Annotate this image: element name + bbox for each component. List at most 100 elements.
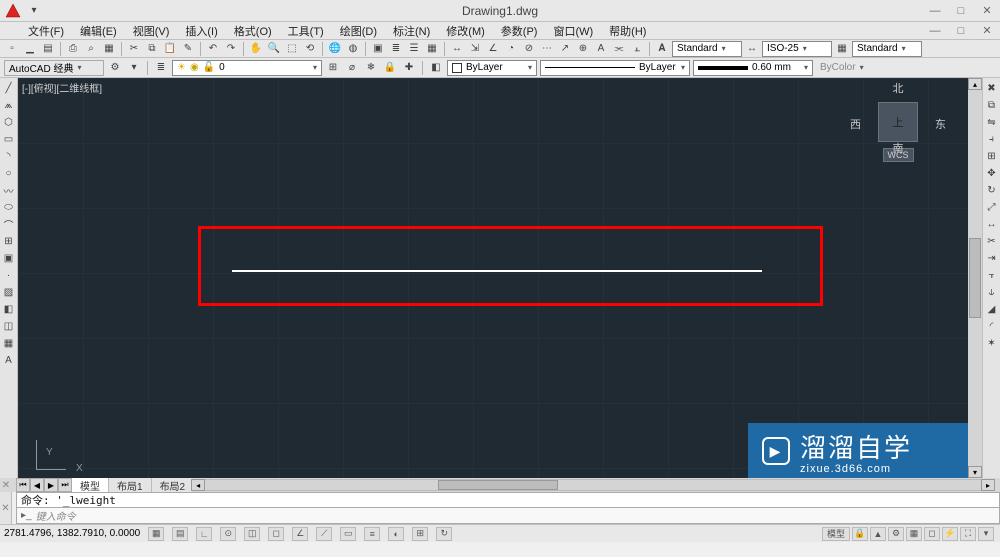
dim-radius-icon[interactable]: ◔ bbox=[503, 41, 519, 57]
hatch-tool-icon[interactable]: ▨ bbox=[1, 284, 17, 300]
viewport-label[interactable]: [-][俯视][二维线框] bbox=[22, 80, 102, 95]
osnap-mode-button[interactable]: ◫ bbox=[244, 527, 260, 541]
arc-tool-icon[interactable]: ◝ bbox=[1, 148, 17, 164]
lineweight-dropdown[interactable]: 0.60 mm▾ bbox=[693, 60, 813, 76]
mdi-minimize-button[interactable]: — bbox=[922, 21, 948, 41]
print-icon[interactable]: ⎙ bbox=[65, 41, 81, 57]
zoom-window-icon[interactable]: ⬚ bbox=[284, 41, 300, 57]
dim-aligned-icon[interactable]: ⇲ bbox=[467, 41, 483, 57]
drawing-canvas[interactable]: [-][俯视][二维线框] 北 西 东 上 南 WCS Y X ✋ ✋ ▶ 溜溜 bbox=[18, 78, 968, 478]
cmdline-close-icon[interactable]: ✕ bbox=[0, 492, 12, 524]
model-toggle-button[interactable]: 模型 bbox=[822, 527, 850, 541]
copy-icon[interactable]: ⧉ bbox=[144, 41, 160, 57]
scroll-down-button[interactable]: ▾ bbox=[968, 466, 982, 478]
dim-continue-icon[interactable]: ⋯ bbox=[539, 41, 555, 57]
ws-fly-icon[interactable]: ▾ bbox=[126, 60, 142, 76]
zoom-prev-icon[interactable]: ⟲ bbox=[302, 41, 318, 57]
menu-format[interactable]: 格式(O) bbox=[226, 23, 280, 39]
tab-prev-button[interactable]: ◀ bbox=[30, 478, 44, 492]
layer-lock-icon[interactable]: 🔒 bbox=[382, 60, 398, 76]
pline-tool-icon[interactable]: ⩕ bbox=[1, 97, 17, 113]
layer-off-icon[interactable]: ⌀ bbox=[344, 60, 360, 76]
ducs-mode-button[interactable]: ⟋ bbox=[316, 527, 332, 541]
table-style-dropdown[interactable]: Standard▾ bbox=[852, 41, 922, 57]
drawn-line-object[interactable] bbox=[232, 270, 762, 272]
viewcube-north[interactable]: 北 bbox=[858, 80, 938, 96]
menu-dimension[interactable]: 标注(N) bbox=[385, 23, 438, 39]
join-tool-icon[interactable]: ⫝ bbox=[984, 284, 1000, 300]
trim-tool-icon[interactable]: ✂ bbox=[984, 233, 1000, 249]
quickview-button[interactable]: ▦ bbox=[906, 527, 922, 541]
scroll-right-button[interactable]: ▸ bbox=[981, 479, 995, 491]
table-tool-icon[interactable]: ▦ bbox=[1, 335, 17, 351]
menu-parametric[interactable]: 参数(P) bbox=[493, 23, 546, 39]
lwt-mode-button[interactable]: ≡ bbox=[364, 527, 380, 541]
viewcube-west[interactable]: 西 bbox=[850, 116, 861, 132]
break-tool-icon[interactable]: ⫟ bbox=[984, 267, 1000, 283]
menu-draw[interactable]: 绘图(D) bbox=[332, 23, 385, 39]
plotstyle-dropdown[interactable]: ByColor▾ bbox=[816, 60, 896, 76]
table-icon[interactable]: ▦ bbox=[424, 41, 440, 57]
qp-mode-button[interactable]: ⊞ bbox=[412, 527, 428, 541]
dim-style-dropdown[interactable]: ISO-25▾ bbox=[762, 41, 832, 57]
undo-icon[interactable]: ↶ bbox=[205, 41, 221, 57]
redo-icon[interactable]: ↷ bbox=[223, 41, 239, 57]
text-icon[interactable]: A bbox=[593, 41, 609, 57]
scroll-up-button[interactable]: ▴ bbox=[968, 78, 982, 90]
dimstyle-icon[interactable]: ↔ bbox=[744, 41, 760, 57]
match-icon[interactable]: ✎ bbox=[180, 41, 196, 57]
globe-icon[interactable]: ◍ bbox=[345, 41, 361, 57]
trans-mode-button[interactable]: ◐ bbox=[388, 527, 404, 541]
layer-freeze-icon[interactable]: ❄ bbox=[363, 60, 379, 76]
dim-linear-icon[interactable]: ↔ bbox=[449, 41, 465, 57]
tab-first-button[interactable]: ⏮ bbox=[16, 478, 30, 492]
menu-window[interactable]: 窗口(W) bbox=[545, 23, 601, 39]
annovis-button[interactable]: ▲ bbox=[870, 527, 886, 541]
mtext-tool-icon[interactable]: A bbox=[1, 352, 17, 368]
annoscale-button[interactable]: 🔒 bbox=[852, 527, 868, 541]
tab-model[interactable]: 模型 bbox=[72, 478, 109, 493]
layer-make-icon[interactable]: ✚ bbox=[401, 60, 417, 76]
cleansc-button[interactable]: ⛶ bbox=[960, 527, 976, 541]
world-icon[interactable]: 🌐 bbox=[327, 41, 343, 57]
rect-tool-icon[interactable]: ▭ bbox=[1, 131, 17, 147]
viewcube-face[interactable]: 上 bbox=[878, 102, 918, 142]
command-input[interactable]: ▸_ 键入命令 bbox=[16, 508, 1000, 524]
save-icon[interactable]: ▤ bbox=[40, 41, 56, 57]
workspace-dropdown[interactable]: AutoCAD 经典▾ bbox=[4, 60, 104, 76]
layer-props-icon[interactable]: ≣ bbox=[153, 60, 169, 76]
vertical-scrollbar[interactable]: ▴ ▾ bbox=[968, 78, 982, 478]
scale-tool-icon[interactable]: ⤢ bbox=[984, 199, 1000, 215]
preview-icon[interactable]: ⌕ bbox=[83, 41, 99, 57]
cycle-mode-button[interactable]: ↻ bbox=[436, 527, 452, 541]
line-tool-icon[interactable]: ╱ bbox=[1, 80, 17, 96]
menu-help[interactable]: 帮助(H) bbox=[601, 23, 654, 39]
block-icon[interactable]: ▣ bbox=[370, 41, 386, 57]
region-tool-icon[interactable]: ◫ bbox=[1, 318, 17, 334]
menu-tools[interactable]: 工具(T) bbox=[280, 23, 332, 39]
dyn-mode-button[interactable]: ▭ bbox=[340, 527, 356, 541]
baseline-icon[interactable]: ⫠ bbox=[629, 41, 645, 57]
vscroll-thumb[interactable] bbox=[969, 238, 981, 318]
scroll-left-button[interactable]: ◂ bbox=[191, 479, 205, 491]
plot-icon[interactable]: ▦ bbox=[101, 41, 117, 57]
mdi-close-button[interactable]: ✕ bbox=[974, 21, 1000, 41]
leader-icon[interactable]: ↗ bbox=[557, 41, 573, 57]
ws-switch2-button[interactable]: ⚙ bbox=[888, 527, 904, 541]
erase-tool-icon[interactable]: ✖ bbox=[984, 80, 1000, 96]
point-tool-icon[interactable]: · bbox=[1, 267, 17, 283]
mirror-tool-icon[interactable]: ⇋ bbox=[984, 114, 1000, 130]
tab-layout2[interactable]: 布局2 bbox=[152, 478, 195, 493]
qdim-icon[interactable]: ⫘ bbox=[611, 41, 627, 57]
text-style-dropdown[interactable]: Standard▾ bbox=[672, 41, 742, 57]
copy-tool-icon[interactable]: ⧉ bbox=[984, 97, 1000, 113]
isolate-button[interactable]: ◻ bbox=[924, 527, 940, 541]
grid-mode-button[interactable]: ▤ bbox=[172, 527, 188, 541]
hw-acc-button[interactable]: ⚡ bbox=[942, 527, 958, 541]
circle-tool-icon[interactable]: ○ bbox=[1, 165, 17, 181]
insert-tool-icon[interactable]: ⊞ bbox=[1, 233, 17, 249]
viewcube-east[interactable]: 东 bbox=[935, 116, 946, 132]
prop-icon[interactable]: ☰ bbox=[406, 41, 422, 57]
layer-icon[interactable]: ≣ bbox=[388, 41, 404, 57]
explode-tool-icon[interactable]: ✶ bbox=[984, 335, 1000, 351]
